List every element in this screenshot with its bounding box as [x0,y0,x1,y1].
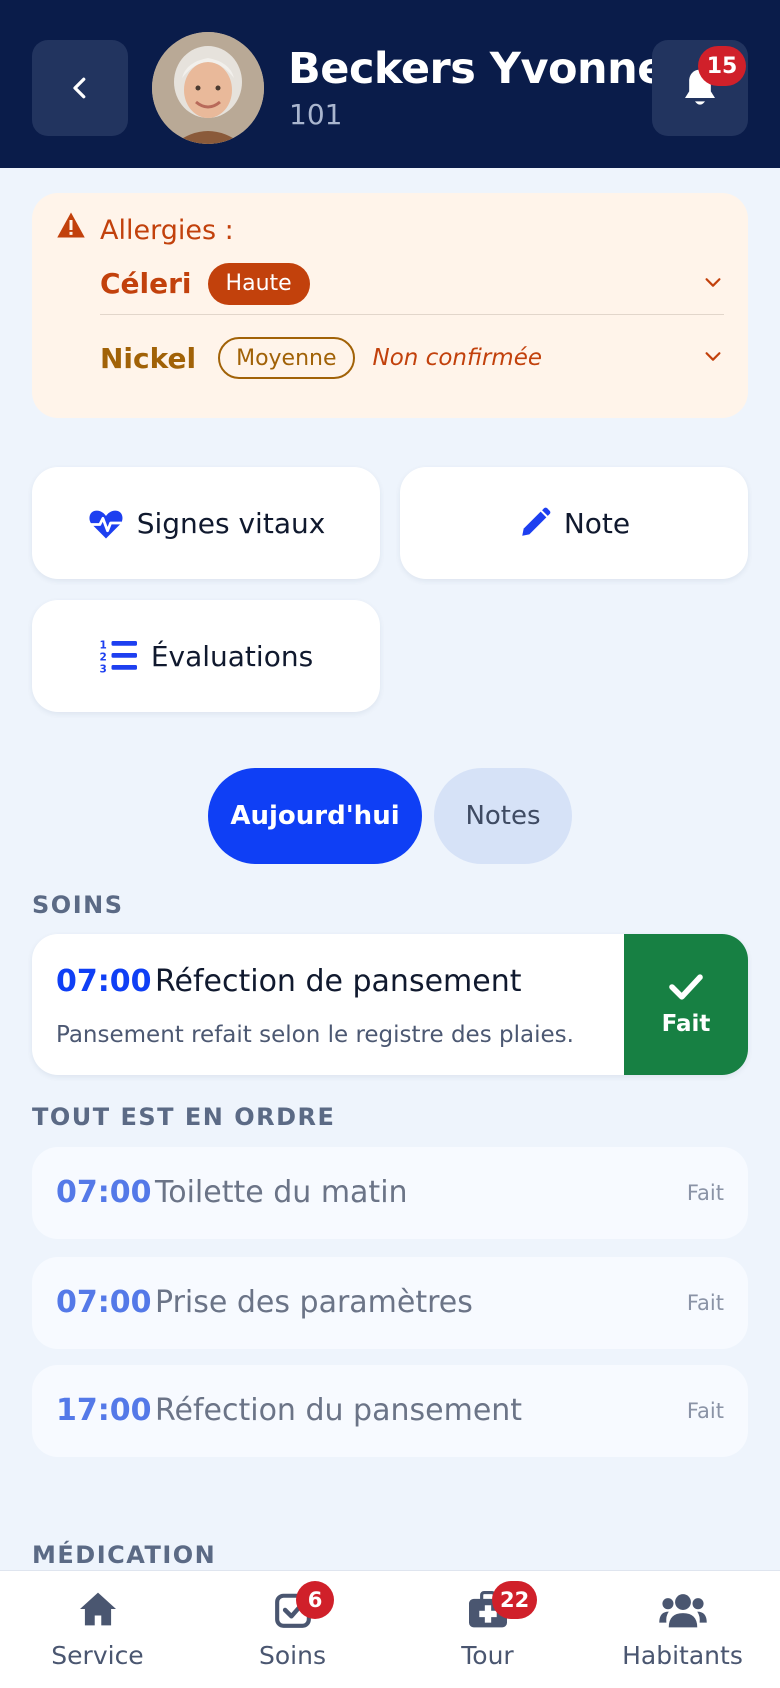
nav-care[interactable]: Soins [195,1571,390,1688]
allergen-name: Nickel [100,341,197,375]
task-status: Fait [686,1291,724,1315]
allergy-item[interactable]: Nickel Moyenne Non confirmée [100,327,724,389]
chevron-down-icon[interactable] [702,271,724,293]
allergy-item[interactable]: Céleri Haute [100,253,724,315]
home-icon [79,1592,116,1626]
care-task-card[interactable]: 07:00 Réfection de pansement Pansement r… [32,934,748,1075]
mark-done-label: Fait [661,1010,711,1037]
tab-notes[interactable]: Notes [434,768,572,864]
patient-header: Beckers Yvonne 101 15 [0,0,780,168]
room-number: 101 [289,98,343,131]
check-icon [669,973,703,1000]
nav-residents-label: Habitants [622,1641,743,1670]
completed-task-row[interactable]: 07:00 Toilette du matin Fait [32,1147,748,1239]
heart-pulse-icon [89,510,123,539]
care-title: Réfection de pansement [155,964,522,999]
patient-avatar [152,32,264,144]
task-title: Toilette du matin [155,1175,408,1210]
completed-task-row[interactable]: 07:00 Prise des paramètres Fait [32,1257,748,1349]
evaluations-label: Évaluations [150,639,314,673]
task-title: Prise des paramètres [155,1285,473,1320]
chevron-down-icon[interactable] [702,345,724,367]
task-status: Fait [686,1399,724,1423]
mark-done-button[interactable]: Fait [624,934,748,1075]
back-button[interactable] [32,40,128,136]
task-time: 07:00 [56,1175,152,1210]
vitals-label: Signes vitaux [136,506,326,540]
notification-badge: 15 [698,46,746,86]
allergy-title: Allergies : [100,215,234,246]
medication-section-title: MÉDICATION [32,1541,217,1569]
nav-service[interactable]: Service [0,1571,195,1688]
note-label: Note [563,506,631,540]
patient-name: Beckers Yvonne [288,44,666,94]
warning-icon [57,212,85,238]
severity-badge: Moyenne [218,337,355,379]
nav-service-label: Service [51,1641,144,1670]
confirmation-status: Non confirmée [372,345,542,371]
care-time: 07:00 [56,964,152,999]
task-time: 17:00 [56,1393,152,1428]
nav-residents[interactable]: Habitants [585,1571,780,1688]
severity-badge: Haute [207,262,310,305]
task-title: Réfection du pansement [155,1393,523,1428]
nav-tour[interactable]: Tour [390,1571,585,1688]
task-status: Fait [686,1181,724,1205]
tab-today[interactable]: Aujourd'hui [208,768,422,864]
nav-care-label: Soins [259,1641,326,1670]
svg-text:2: 2 [99,652,106,664]
care-count-badge: 6 [296,1581,334,1619]
allergy-card: Allergies : Céleri Haute Nickel Moyenne … [32,193,748,418]
pencil-icon [522,507,551,536]
nav-tour-label: Tour [461,1641,514,1670]
svg-text:3: 3 [99,664,106,675]
users-icon [658,1594,707,1628]
all-good-section-title: TOUT EST EN ORDRE [32,1103,336,1131]
care-description: Pansement refait selon le registre des p… [56,1022,574,1048]
task-time: 07:00 [56,1285,152,1320]
bottom-navigation: Service Soins 6 Tour 22 Habitants [0,1570,780,1688]
chevron-left-icon [73,77,86,99]
svg-text:1: 1 [99,640,106,652]
allergen-name: Céleri [100,267,192,300]
completed-task-row[interactable]: 17:00 Réfection du pansement Fait [32,1365,748,1457]
note-button[interactable]: Note [400,467,748,579]
vitals-button[interactable]: Signes vitaux [32,467,380,579]
care-section-title: SOINS [32,891,124,919]
evaluations-button[interactable]: 1 2 3 Évaluations [32,600,380,712]
tour-count-badge: 22 [492,1581,538,1619]
numbered-list-icon: 1 2 3 [99,640,137,675]
